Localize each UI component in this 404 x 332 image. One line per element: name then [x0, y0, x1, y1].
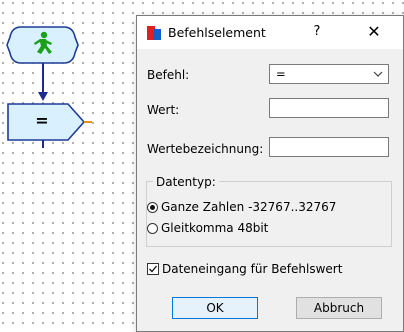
befehl-select[interactable]: =	[269, 64, 389, 84]
chevron-down-icon	[373, 71, 383, 77]
radio-ganze-zahlen-label: Ganze Zahlen -32767..32767	[161, 200, 337, 214]
ok-button[interactable]: OK	[172, 297, 258, 319]
wertebezeichnung-label: Wertebezeichnung:	[147, 142, 264, 156]
radio-gleitkomma[interactable]: Gleitkomma 48bit	[147, 220, 268, 236]
befehl-label: Befehl:	[147, 68, 190, 82]
wert-label: Wert:	[147, 103, 180, 117]
wertebezeichnung-input[interactable]	[269, 137, 389, 157]
radio-ganze-zahlen[interactable]: Ganze Zahlen -32767..32767	[147, 199, 336, 215]
dialog-title: Befehlselement	[168, 25, 266, 40]
radio-gleitkomma-button[interactable]	[147, 222, 158, 234]
dateneingang-checkbox-row[interactable]: Dateneingang für Befehlswert	[147, 261, 342, 277]
start-element[interactable]	[6, 26, 79, 64]
app-icon	[147, 26, 161, 40]
flow-arrow	[38, 63, 48, 101]
close-button[interactable]: ✕	[359, 20, 389, 44]
help-button[interactable]: ?	[303, 20, 331, 44]
radio-ganze-zahlen-button[interactable]	[147, 201, 158, 213]
checkmark-icon	[149, 265, 158, 273]
title-bar[interactable]: Befehlselement ? ✕	[137, 16, 403, 49]
cancel-button[interactable]: Abbruch	[296, 297, 382, 319]
wert-input[interactable]	[269, 98, 389, 118]
radio-gleitkomma-label: Gleitkomma 48bit	[161, 221, 269, 235]
befehl-select-value: =	[276, 67, 286, 81]
dateneingang-checkbox[interactable]	[147, 263, 159, 275]
process-block-label: =	[35, 111, 49, 130]
dateneingang-label: Dateneingang für Befehlswert	[162, 262, 343, 276]
datentyp-label: Datentyp:	[153, 175, 219, 189]
befehlselement-dialog: Befehlselement ? ✕ Befehl: = Wert: Werte…	[136, 15, 404, 332]
